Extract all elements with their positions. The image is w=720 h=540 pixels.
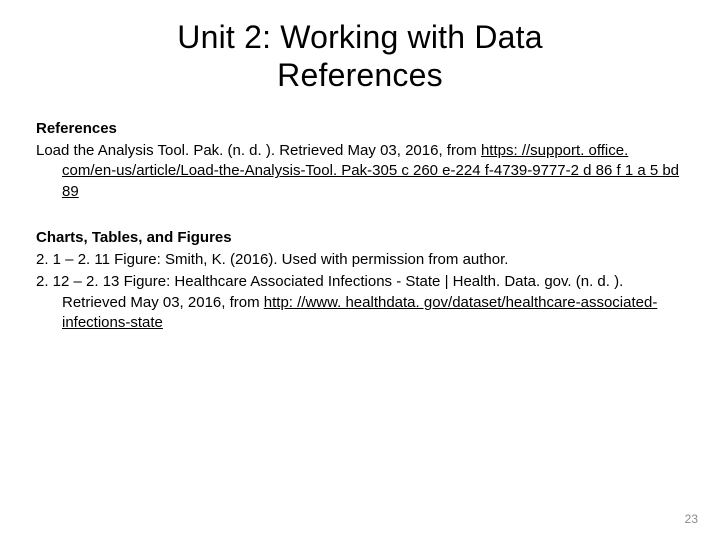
title-line-1: Unit 2: Working with Data [177, 19, 542, 55]
charts-tables-figures-block: Charts, Tables, and Figures 2. 1 – 2. 11… [36, 228, 684, 333]
page-number: 23 [685, 512, 698, 526]
reference-entry: Load the Analysis Tool. Pak. (n. d. ). R… [36, 141, 684, 202]
references-heading: References [36, 119, 684, 139]
title-line-2: References [277, 57, 443, 93]
ctf-heading: Charts, Tables, and Figures [36, 228, 684, 248]
reference-text: Load the Analysis Tool. Pak. (n. d. ). R… [36, 142, 481, 159]
ctf-entry-1: 2. 1 – 2. 11 Figure: Smith, K. (2016). U… [36, 250, 684, 270]
slide-title: Unit 2: Working with Data References [36, 18, 684, 95]
ctf-entry-2: 2. 12 – 2. 13 Figure: Healthcare Associa… [36, 272, 684, 333]
slide: Unit 2: Working with Data References Ref… [0, 0, 720, 540]
references-block: References Load the Analysis Tool. Pak. … [36, 119, 684, 202]
